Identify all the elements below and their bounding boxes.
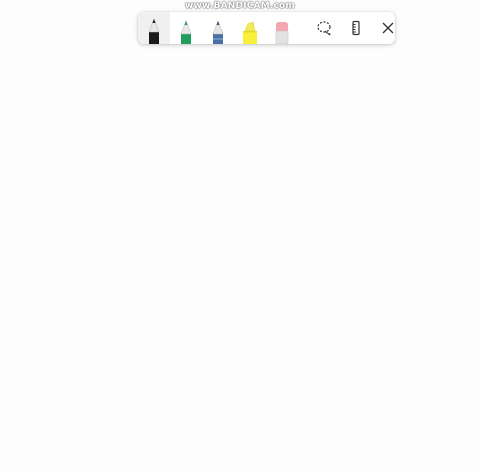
lasso-select-button[interactable] bbox=[308, 12, 340, 44]
pen-icon bbox=[180, 20, 192, 44]
highlighter-icon bbox=[243, 21, 257, 44]
ruler-icon bbox=[352, 20, 360, 36]
ruler-button[interactable] bbox=[340, 12, 372, 44]
drawing-canvas[interactable] bbox=[0, 0, 480, 472]
pencil-button[interactable] bbox=[202, 12, 234, 44]
close-icon bbox=[382, 22, 394, 34]
eraser-icon bbox=[275, 22, 289, 44]
eraser-button[interactable] bbox=[266, 12, 298, 44]
ballpoint-pen-button[interactable] bbox=[138, 12, 170, 44]
ink-toolbar bbox=[138, 12, 395, 44]
close-button[interactable] bbox=[372, 12, 395, 44]
pen-green-button[interactable] bbox=[170, 12, 202, 44]
ballpoint-pen-icon bbox=[148, 18, 160, 44]
highlighter-button[interactable] bbox=[234, 12, 266, 44]
lasso-select-icon bbox=[317, 21, 331, 36]
pencil-icon bbox=[212, 20, 224, 44]
